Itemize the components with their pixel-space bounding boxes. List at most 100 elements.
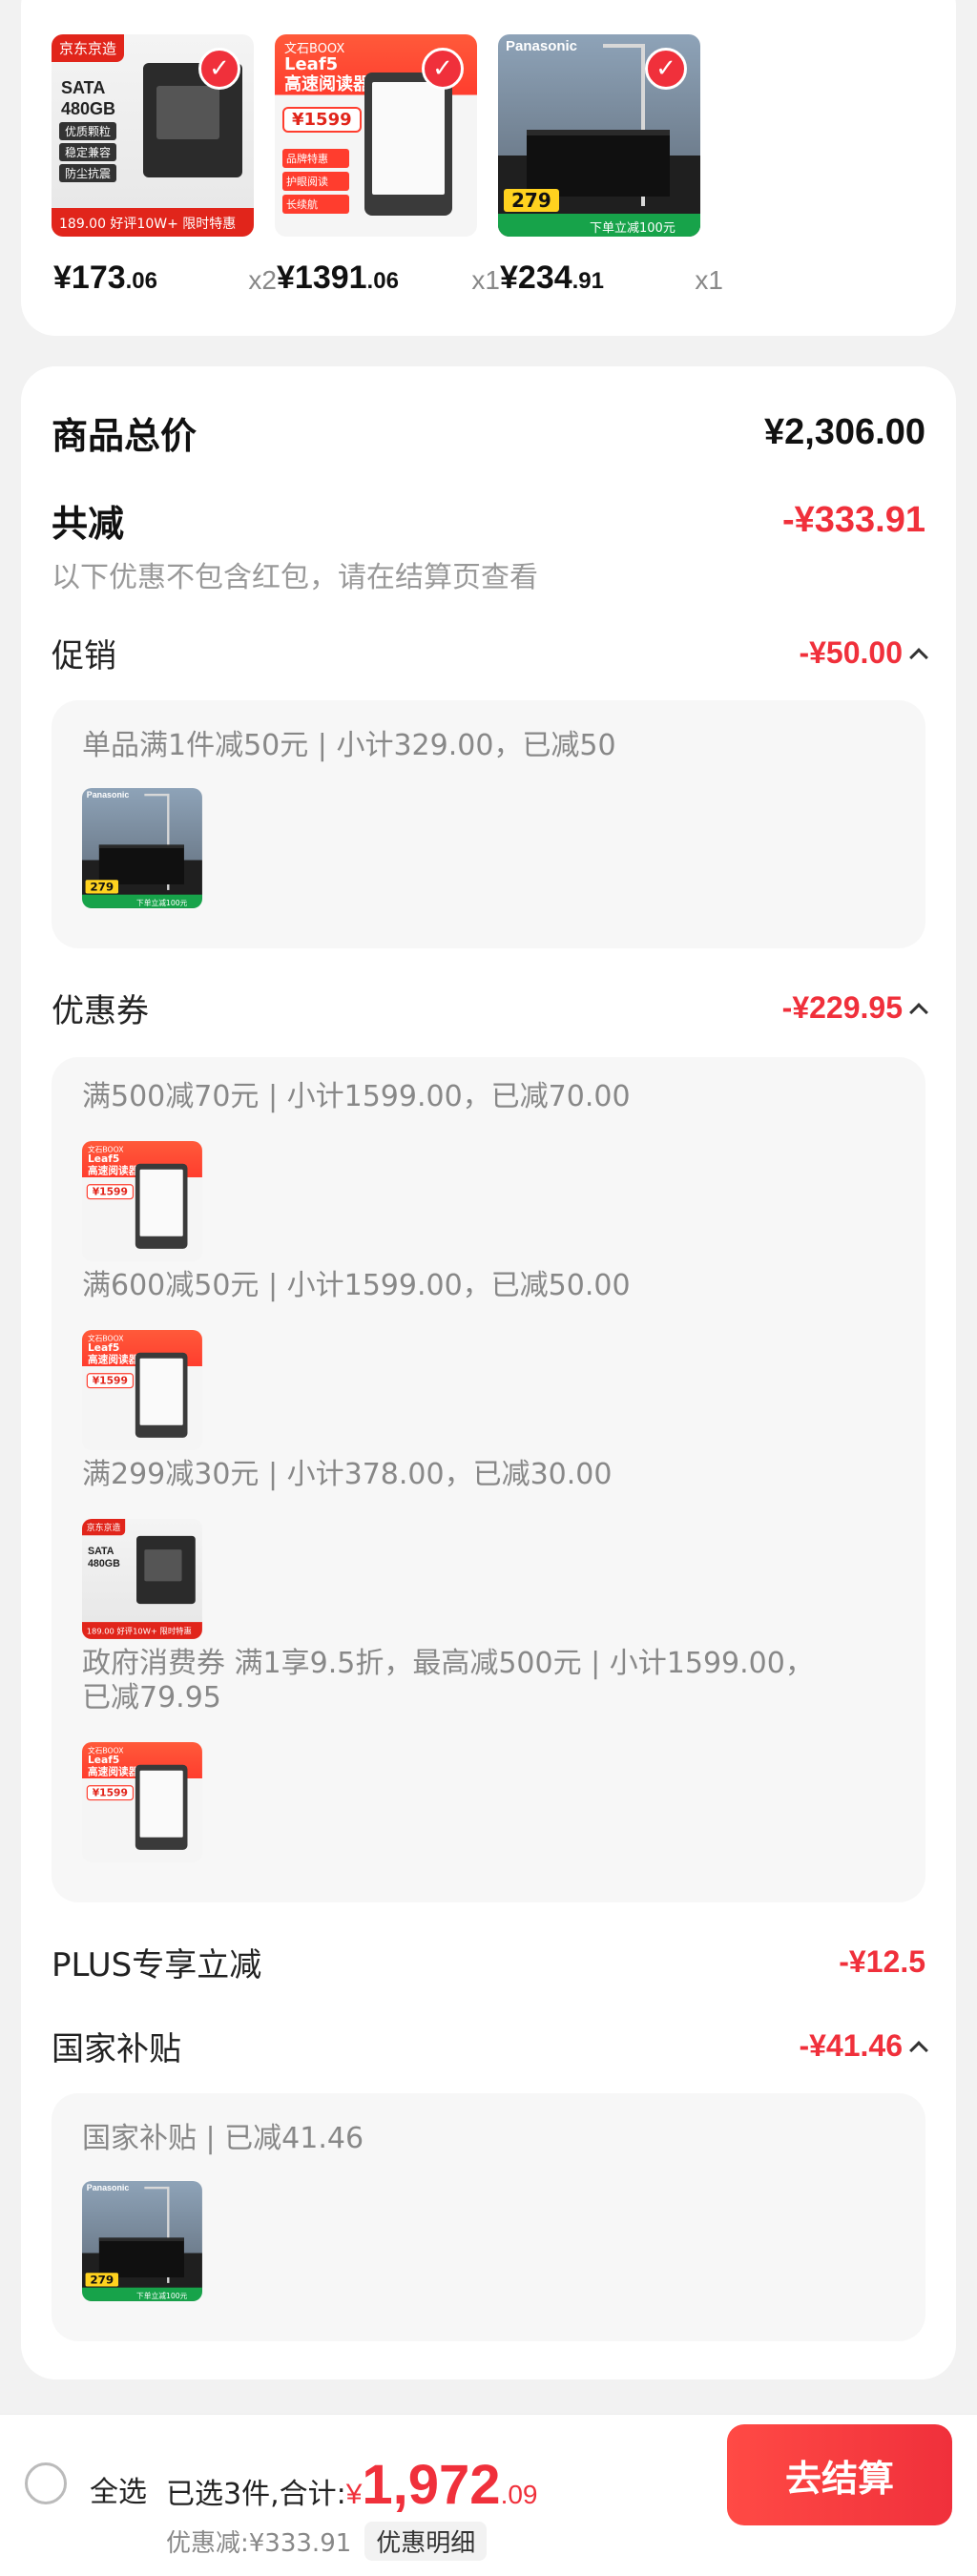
promo-product-thumb[interactable]: Panasonic 279 下单立减100元	[82, 788, 202, 908]
discount-summary-card: 商品总价 ¥2,306.00 共减 -¥333.91 以下优惠不包含红包，请在结…	[21, 366, 956, 2379]
checkout-button[interactable]: 去结算	[727, 2424, 952, 2525]
thumb-tag: 品牌特惠	[282, 149, 349, 168]
coupon-line: 满600减50元 | 小计1599.00，已减50.00	[82, 1269, 631, 1302]
product-price: ¥234.91	[500, 260, 604, 297]
plus-value: -¥12.5	[839, 1944, 925, 1979]
discount-detail-button[interactable]: 优惠明细	[364, 2522, 488, 2561]
price-int: ¥234	[500, 260, 572, 296]
ssd-image	[136, 1535, 196, 1605]
price-dec: .91	[572, 268, 605, 294]
thumb-model: SATA 480GB	[61, 78, 116, 118]
coupon-product-thumb[interactable]: 文石BOOX Leaf5 高速阅读器 ¥1599	[82, 1742, 202, 1862]
subsidy-panel: 国家补贴 | 已减41.46 Panasonic 279 下单立减100元	[52, 2093, 925, 2341]
selected-check-icon[interactable]: ✓	[198, 48, 240, 90]
promo-value-wrap: -¥50.00	[799, 635, 928, 671]
thumb-title: Leaf5 高速阅读器	[87, 1153, 139, 1177]
selected-check-icon[interactable]: ✓	[645, 48, 687, 90]
thumb-price-tag: 279	[85, 880, 118, 894]
product-qty: x2	[248, 265, 277, 295]
price-dec: .06	[125, 268, 158, 294]
product-thumbnail-ereader[interactable]: 文石BOOX Leaf5 高速阅读器 ¥1599 品牌特惠 护眼阅读 长续航 ✓	[275, 34, 477, 237]
selected-check-icon[interactable]: ✓	[422, 48, 464, 90]
chevron-up-icon[interactable]	[909, 1002, 928, 1022]
mini-thumb-ereader: 文石BOOX Leaf5 高速阅读器 ¥1599	[82, 1330, 202, 1450]
coupon-product-thumb[interactable]: 京东京造 SATA 480GB 189.00 好评10W+ 限时特惠	[82, 1519, 202, 1639]
subsidy-row[interactable]: 国家补贴 -¥41.46	[52, 2023, 928, 2069]
reduce-label: 共减	[52, 503, 125, 545]
ereader-image	[135, 1352, 188, 1438]
chevron-up-icon[interactable]	[909, 647, 928, 667]
thumb-tag: 稳定兼容	[59, 143, 116, 161]
reduce-note-row: 以下优惠不包含红包，请在结算页查看	[52, 553, 925, 595]
plus-label: PLUS专享立减	[52, 1946, 262, 1984]
selected-text: 已选3件,合计:	[166, 2478, 346, 2511]
mini-thumb-lamp: Panasonic 279 下单立减100元	[82, 2181, 202, 2301]
price-dec: .06	[366, 268, 399, 294]
mini-thumb-ssd: 京东京造 SATA 480GB 189.00 好评10W+ 限时特惠	[82, 1519, 202, 1639]
thumb-bar: 下单立减100元	[82, 2287, 202, 2301]
subsidy-product-thumb[interactable]: Panasonic 279 下单立减100元	[82, 2181, 202, 2301]
mini-thumb-ereader: 文石BOOX Leaf5 高速阅读器 ¥1599	[82, 1141, 202, 1261]
mini-thumb-lamp: Panasonic 279 下单立减100元	[82, 788, 202, 908]
ereader-image	[364, 73, 452, 216]
thumb-tags: 优质颗粒 稳定兼容 防尘抗震	[59, 122, 116, 185]
coupon-row[interactable]: 优惠券 -¥229.95	[52, 985, 928, 1031]
total-row: 商品总价 ¥2,306.00	[52, 406, 925, 459]
thumb-side-tags: 品牌特惠 护眼阅读 长续航	[282, 149, 349, 218]
thumb-brand: 京东京造	[82, 1519, 126, 1536]
subsidy-line: 国家补贴 | 已减41.46	[82, 2122, 364, 2155]
product-qty: x1	[471, 265, 500, 295]
selected-summary: 已选3件,合计: ¥ 1,972 .09	[166, 2453, 538, 2517]
thumb-price-tag: 279	[504, 189, 559, 212]
reduce-row: 共减 -¥333.91	[52, 494, 925, 547]
thumb-tag: 长续航	[282, 195, 349, 214]
thumb-tag: 防尘抗震	[59, 164, 116, 182]
chevron-up-icon[interactable]	[909, 2040, 928, 2060]
total-int: 1,972	[362, 2454, 501, 2516]
piano-image	[98, 844, 184, 884]
subsidy-label: 国家补贴	[52, 2030, 181, 2068]
select-all-radio[interactable]	[25, 2462, 67, 2504]
coupon-line: 已减79.95	[82, 1681, 221, 1714]
coupon-label: 优惠券	[52, 992, 149, 1030]
thumb-price-tag: ¥1599	[86, 1785, 134, 1801]
product-thumbnail-ssd[interactable]: 京东京造 SATA 480GB 优质颗粒 稳定兼容 防尘抗震 189.00 好评…	[52, 34, 254, 237]
thumb-tag: 优质颗粒	[59, 122, 116, 140]
thumb-model: SATA 480GB	[87, 1545, 120, 1569]
product-thumbnail-lamp[interactable]: Panasonic 279 下单立减100元 ✓	[498, 34, 700, 237]
checkout-bar: 全选 已选3件,合计: ¥ 1,972 .09 优惠减:¥333.91 优惠明细…	[0, 2414, 977, 2576]
thumb-title: Leaf5 高速阅读器	[87, 1754, 139, 1778]
promo-line: 单品满1件减50元 | 小计329.00，已减50	[82, 729, 616, 762]
product-price: ¥173.06	[53, 260, 157, 297]
thumb-logo: Panasonic	[86, 790, 130, 800]
thumb-bar: 189.00 好评10W+ 限时特惠	[52, 208, 254, 237]
reduce-note: 以下优惠不包含红包，请在结算页查看	[52, 561, 538, 594]
mini-thumb-ereader: 文石BOOX Leaf5 高速阅读器 ¥1599	[82, 1742, 202, 1862]
thumb-logo: Panasonic	[86, 2183, 130, 2193]
coupon-value: -¥229.95	[781, 990, 903, 1025]
subsidy-value-wrap: -¥41.46	[799, 2028, 928, 2064]
promo-value: -¥50.00	[799, 635, 903, 670]
ereader-image	[135, 1764, 188, 1850]
promo-label: 促销	[52, 637, 116, 675]
coupon-value-wrap: -¥229.95	[781, 990, 928, 1026]
thumb-tag: 护眼阅读	[282, 172, 349, 191]
price-int: ¥173	[53, 260, 126, 296]
coupon-product-thumb[interactable]: 文石BOOX Leaf5 高速阅读器 ¥1599	[82, 1330, 202, 1450]
thumb-bar: 下单立减100元	[82, 894, 202, 908]
product-qty: x1	[695, 265, 723, 295]
saved-row: 优惠减:¥333.91 优惠明细	[166, 2522, 488, 2561]
plus-row: PLUS专享立减 -¥12.5	[52, 1939, 925, 1985]
ereader-image	[135, 1163, 188, 1249]
saved-text: 优惠减:¥333.91	[166, 2529, 352, 2558]
coupon-line: 满500减70元 | 小计1599.00，已减70.00	[82, 1080, 631, 1113]
select-all-label[interactable]: 全选	[90, 2468, 147, 2510]
subsidy-value: -¥41.46	[799, 2028, 903, 2063]
coupon-line: 满299减30元 | 小计378.00，已减30.00	[82, 1458, 613, 1491]
coupon-line: 政府消费券 满1享9.5折，最高减500元 | 小计1599.00，	[82, 1647, 814, 1680]
coupon-product-thumb[interactable]: 文石BOOX Leaf5 高速阅读器 ¥1599	[82, 1141, 202, 1261]
coupon-panel: 满500减70元 | 小计1599.00，已减70.00 文石BOOX Leaf…	[52, 1057, 925, 1902]
piano-image	[98, 2237, 184, 2277]
promo-row[interactable]: 促销 -¥50.00	[52, 630, 928, 676]
thumb-bar: 189.00 好评10W+ 限时特惠	[82, 1622, 202, 1639]
